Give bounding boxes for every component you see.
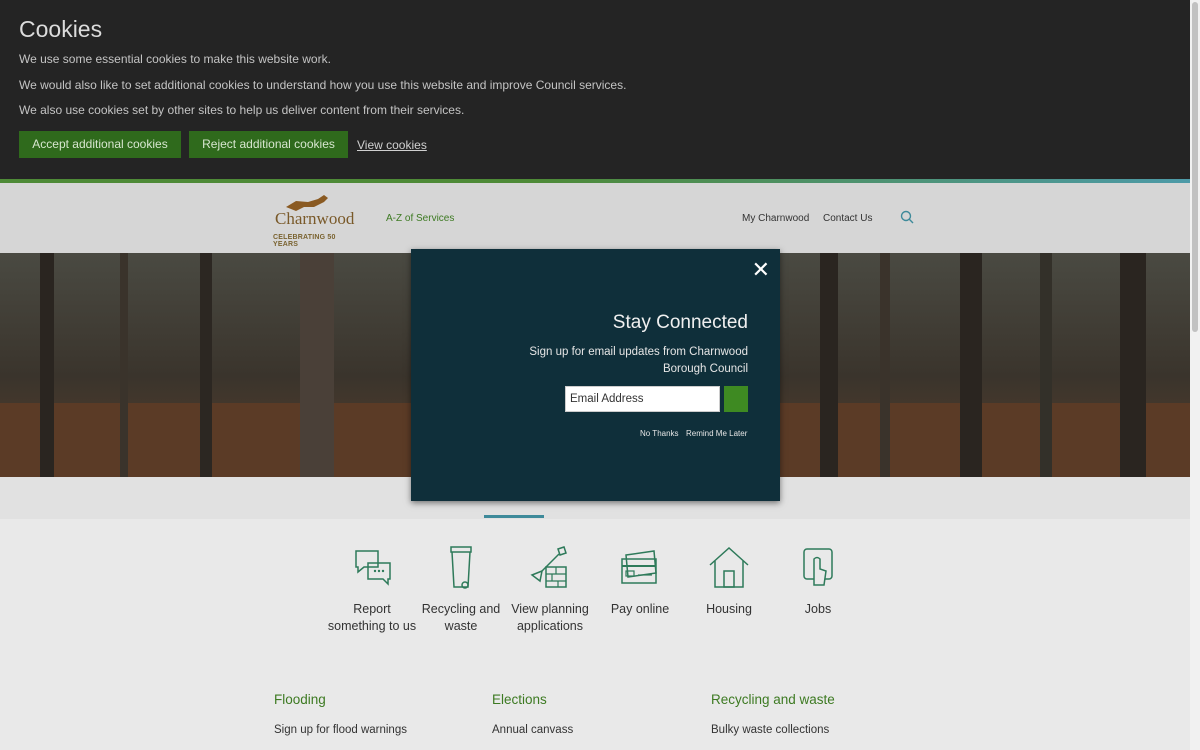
house-icon xyxy=(709,546,749,588)
recycling-heading[interactable]: Recycling and waste xyxy=(711,692,835,707)
card-icon xyxy=(621,550,657,584)
no-thanks-link[interactable]: No Thanks xyxy=(640,429,679,438)
service-label: Pay online xyxy=(610,602,670,616)
logo-subtitle: CELEBRATING 50 YEARS xyxy=(273,234,336,248)
modal-title: Stay Connected xyxy=(612,312,748,333)
bulky-waste-link[interactable]: Bulky waste collections xyxy=(711,724,829,736)
logo-wordmark: Charnwood xyxy=(275,209,355,228)
contact-us-link[interactable]: Contact Us xyxy=(823,213,872,224)
cookie-text-third-party: We also use cookies set by other sites t… xyxy=(19,103,465,117)
service-jobs[interactable]: Jobs xyxy=(773,545,863,618)
close-icon[interactable]: ✕ xyxy=(752,257,770,283)
service-label: Report something to us xyxy=(327,602,417,633)
my-charnwood-link[interactable]: My Charnwood xyxy=(742,213,809,224)
site-header: Charnwood CELEBRATING 50 YEARS xyxy=(0,183,1190,253)
cookie-text-essential: We use some essential cookies to make th… xyxy=(19,52,331,66)
bin-icon xyxy=(450,546,472,589)
email-field[interactable]: Email Address xyxy=(565,386,720,412)
reject-cookies-button[interactable]: Reject additional cookies xyxy=(189,131,348,158)
elections-heading[interactable]: Elections xyxy=(492,692,547,707)
flooding-heading[interactable]: Flooding xyxy=(274,692,326,707)
service-planning[interactable]: View planning applications xyxy=(505,545,595,635)
remind-later-link[interactable]: Remind Me Later xyxy=(686,429,747,438)
service-pay[interactable]: Pay online xyxy=(595,545,685,618)
cookie-title: Cookies xyxy=(19,16,103,42)
az-services-link[interactable]: A-Z of Services xyxy=(386,213,454,224)
speech-bubble-icon xyxy=(355,550,391,586)
cookie-banner: Cookies We use some essential cookies to… xyxy=(0,0,1190,179)
scrollbar[interactable] xyxy=(1190,0,1200,750)
view-cookies-link[interactable]: View cookies xyxy=(357,138,427,152)
scrollbar-thumb[interactable] xyxy=(1192,2,1198,332)
submit-button[interactable] xyxy=(724,386,748,412)
service-recycling[interactable]: Recycling and waste xyxy=(416,545,506,635)
accept-cookies-button[interactable]: Accept additional cookies xyxy=(19,131,181,158)
service-label: Jobs xyxy=(804,602,832,616)
trowel-bricks-icon xyxy=(530,546,567,588)
search-icon[interactable] xyxy=(900,210,914,224)
modal-description: Sign up for email updates from Charnwood… xyxy=(529,346,748,375)
annual-canvass-link[interactable]: Annual canvass xyxy=(492,724,573,736)
active-tab-indicator xyxy=(484,515,544,518)
charnwood-logo[interactable]: Charnwood CELEBRATING 50 YEARS xyxy=(266,193,355,248)
service-report[interactable]: Report something to us xyxy=(327,545,417,635)
service-label: Recycling and waste xyxy=(421,602,501,633)
flood-warnings-link[interactable]: Sign up for flood warnings xyxy=(274,724,407,736)
service-label: Housing xyxy=(706,602,752,616)
hand-icon xyxy=(803,548,833,586)
cookie-text-additional: We would also like to set additional coo… xyxy=(19,78,627,92)
service-label: View planning applications xyxy=(511,602,589,633)
service-housing[interactable]: Housing xyxy=(684,545,774,618)
stay-connected-modal: ✕ Stay Connected Sign up for email updat… xyxy=(411,249,780,501)
